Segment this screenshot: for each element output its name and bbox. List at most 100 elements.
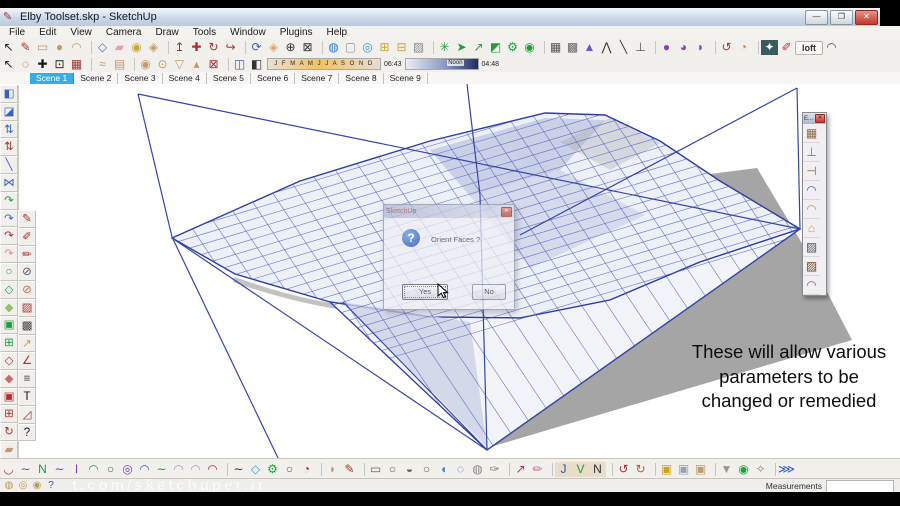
scene-tab-2[interactable]: Scene 2: [74, 72, 119, 84]
diamond-outline-green-icon[interactable]: ◇: [0, 280, 18, 299]
shape-oval-2-icon[interactable]: ◒: [401, 462, 418, 477]
texture-bucket-icon[interactable]: ◈: [145, 40, 162, 55]
polyline-dark-icon[interactable]: ∼: [230, 462, 247, 477]
share-model-icon[interactable]: ⊟: [393, 40, 410, 55]
wrench-icon[interactable]: ⚙: [264, 462, 281, 477]
drawing-canvas[interactable]: SketchUp ✕ ? Orient Faces ? Yes No These…: [0, 84, 900, 458]
scene-tab-7[interactable]: Scene 7: [295, 72, 340, 84]
get-models-icon[interactable]: ⊞: [376, 40, 393, 55]
zoom-tool-icon[interactable]: ⊕: [282, 40, 299, 55]
plugin-green-3-icon[interactable]: ↗: [470, 40, 487, 55]
elby-handle-1-icon[interactable]: ⊥: [803, 144, 820, 162]
menu-camera[interactable]: Camera: [99, 27, 149, 38]
sandbox-from-scratch-icon[interactable]: ▤: [111, 57, 128, 72]
restore-button[interactable]: ❐: [830, 10, 853, 25]
pan-tool-icon[interactable]: ◈: [265, 40, 282, 55]
bezier-dome-1-icon[interactable]: ◠: [170, 462, 187, 477]
cube-green-icon[interactable]: ▣: [0, 316, 18, 335]
arc-tool-icon[interactable]: ◠: [68, 40, 85, 55]
make-component-icon[interactable]: ◇: [94, 40, 111, 55]
curve-profile-icon[interactable]: ◠: [823, 40, 840, 55]
scene-tab-9[interactable]: Scene 9: [384, 72, 428, 84]
textured-box-icon[interactable]: ▩: [564, 40, 581, 55]
plugin-green-5-icon[interactable]: ⚙: [504, 40, 521, 55]
menu-file[interactable]: File: [2, 27, 32, 38]
divider-tool-icon[interactable]: ⋙: [778, 462, 795, 477]
bowtie-icon[interactable]: ⋈: [0, 173, 18, 192]
rotate-tool-icon[interactable]: ↻: [205, 40, 222, 55]
no-button[interactable]: No: [472, 284, 506, 300]
elby-roof-house-icon[interactable]: ⌂: [803, 220, 820, 238]
elby-roof-dark-1-icon[interactable]: ▨: [803, 239, 820, 257]
zoom-extents-icon[interactable]: ⊠: [299, 40, 316, 55]
grid-red-icon[interactable]: ▨: [18, 298, 36, 317]
menu-edit[interactable]: Edit: [32, 27, 63, 38]
menu-tools[interactable]: Tools: [186, 27, 223, 38]
quarter-red-icon[interactable]: ◔: [298, 462, 315, 477]
status-help-icon[interactable]: ?: [45, 480, 57, 492]
pattern-tool-icon[interactable]: ▦: [68, 57, 85, 72]
elby-roof-grid-icon[interactable]: ▦: [803, 125, 820, 143]
lasso-tool-icon[interactable]: ◌: [17, 57, 34, 72]
circle-pencil-icon[interactable]: ⊘: [18, 263, 36, 282]
plugin-green-2-icon[interactable]: ➤: [453, 40, 470, 55]
wireframe-box-icon[interactable]: ▦: [547, 40, 564, 55]
bezier-wave-purple-icon[interactable]: ∼: [17, 462, 34, 477]
scene-tab-5[interactable]: Scene 5: [207, 72, 252, 84]
pen-flag-icon[interactable]: ✑: [486, 462, 503, 477]
red-loop-icon[interactable]: ↺: [718, 40, 735, 55]
select-tool-icon[interactable]: ↖: [0, 40, 17, 55]
cubes-green-icon[interactable]: ⊞: [0, 334, 18, 352]
pencil-angle-icon[interactable]: ✐: [18, 227, 36, 246]
red-pencil-icon[interactable]: ✎: [341, 462, 358, 477]
component-tool-icon[interactable]: ⊥: [632, 40, 649, 55]
toggle-terrain-icon[interactable]: ▢: [342, 40, 359, 55]
crumple-icon[interactable]: ✧: [752, 462, 769, 477]
bezier-arc-blue-icon[interactable]: ◠: [136, 462, 153, 477]
scene-tab-1[interactable]: Scene 1: [30, 72, 75, 84]
sandbox-flag-blue-icon[interactable]: ◧: [0, 85, 18, 103]
drop-n-icon[interactable]: N: [589, 461, 606, 477]
bezier-n-green-icon[interactable]: N: [34, 462, 51, 477]
shadow-toggle-icon[interactable]: ◫: [231, 57, 248, 72]
text-tool-icon[interactable]: T: [18, 387, 36, 406]
shield-icon[interactable]: ▼: [718, 462, 735, 477]
curve-arrow-1-icon[interactable]: ↺: [615, 462, 632, 477]
menu-help[interactable]: Help: [320, 27, 355, 38]
bag-icon[interactable]: ◉: [735, 462, 752, 477]
scene-tab-4[interactable]: Scene 4: [163, 72, 207, 84]
elby-roof-dark-2-icon[interactable]: ▨: [803, 258, 820, 276]
question-mark-icon[interactable]: ?: [18, 423, 36, 442]
geo-coin-1-icon[interactable]: ◍: [3, 480, 15, 492]
curve-arrow-2-icon[interactable]: ↻: [632, 462, 649, 477]
minimize-button[interactable]: —: [805, 10, 828, 25]
diagonal-line-icon[interactable]: ╲: [0, 156, 18, 174]
orange-lens-icon[interactable]: ◔: [735, 40, 752, 55]
dotted-polygon-icon[interactable]: ◇: [247, 462, 264, 477]
angle-red-icon[interactable]: ∠: [18, 352, 36, 371]
palette-close-icon[interactable]: ✕: [815, 114, 825, 123]
zoom-window-icon[interactable]: ⊡: [51, 57, 68, 72]
lasso-gray-icon[interactable]: ◍: [469, 462, 486, 477]
photo-textures-icon[interactable]: ▨: [410, 40, 427, 55]
arrows-up-down-blue-icon[interactable]: ⇅: [0, 120, 18, 139]
bezier-arc-green-icon[interactable]: ◠: [85, 462, 102, 477]
menu-window[interactable]: Window: [223, 27, 273, 38]
grid-dark-icon[interactable]: ▩: [18, 316, 36, 335]
drape-tool-icon[interactable]: ▽: [171, 57, 188, 72]
diamond-outline-red-icon[interactable]: ◇: [0, 351, 18, 370]
box-silver-icon[interactable]: ▣: [675, 462, 692, 477]
dashes-icon[interactable]: ≡: [18, 370, 36, 388]
sandbox-from-contours-icon[interactable]: ≈: [94, 57, 111, 72]
palette-title-bar[interactable]: E... ✕: [803, 113, 826, 124]
purple-blob-3-icon[interactable]: ◗: [692, 40, 709, 55]
angle-measure-icon[interactable]: ◿: [18, 405, 36, 424]
bezier-spiral-icon[interactable]: ◎: [119, 462, 136, 477]
curve-pink-icon[interactable]: ↷: [0, 245, 18, 263]
move-tool-icon[interactable]: ✚: [188, 40, 205, 55]
bezier-dome-2-icon[interactable]: ◠: [187, 462, 204, 477]
bezier-wave-green-icon[interactable]: ∼: [153, 462, 170, 477]
bezier-blob-icon[interactable]: ○: [102, 462, 119, 477]
cube-red-icon[interactable]: ▣: [0, 387, 18, 406]
curve-blue-icon[interactable]: ↷: [0, 209, 18, 228]
